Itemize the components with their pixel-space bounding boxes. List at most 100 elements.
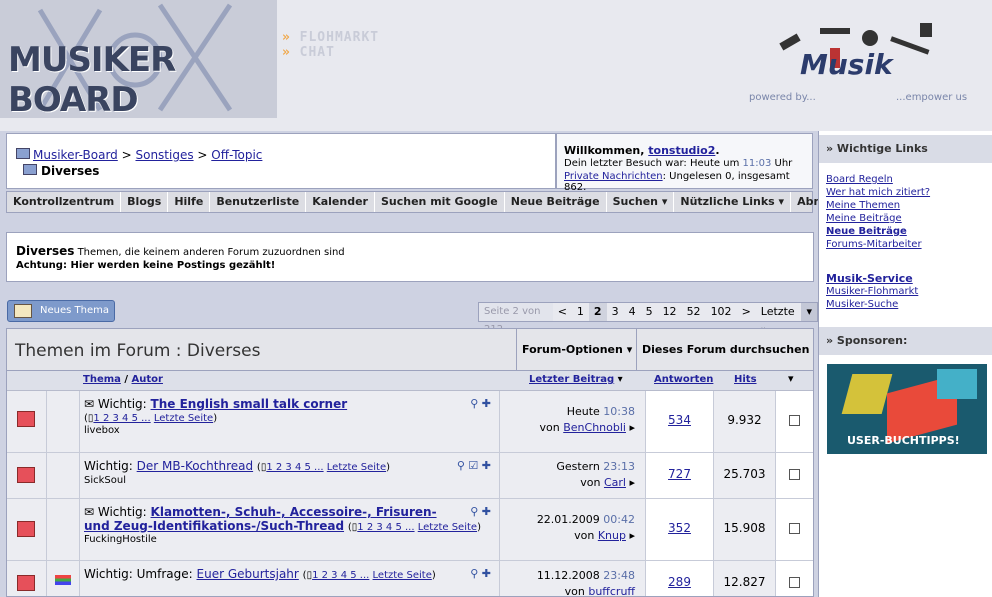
banner-text: USER-BUCHTIPPS! bbox=[847, 434, 960, 447]
thread-status-icon bbox=[17, 521, 35, 537]
thread-author[interactable]: livebox bbox=[84, 425, 495, 436]
nav-hilfe[interactable]: Hilfe bbox=[168, 192, 211, 212]
nav-google-search[interactable]: Suchen mit Google bbox=[375, 192, 505, 212]
goto-last-post-icon[interactable]: ▸ bbox=[629, 476, 635, 489]
nav-benutzerliste[interactable]: Benutzerliste bbox=[210, 192, 307, 212]
breadcrumb-separator: > bbox=[117, 148, 136, 162]
page-3[interactable]: 3 bbox=[607, 303, 624, 321]
attachment-pin-icons: ⚲ ✚ bbox=[470, 397, 491, 410]
thread-answers[interactable]: 289 bbox=[646, 575, 713, 589]
thread-title[interactable]: Klamotten-, Schuh-, Accessoire-, Frisure… bbox=[151, 505, 437, 519]
column-headers: Thema / Autor Letzter Beitrag ▾ Antworte… bbox=[7, 371, 813, 391]
page-1[interactable]: 1 bbox=[572, 303, 589, 321]
last-post-user[interactable]: Knup bbox=[598, 529, 626, 542]
last-post-user[interactable]: buffcruff bbox=[588, 585, 635, 596]
sort-thema[interactable]: Thema bbox=[83, 374, 121, 385]
flohmarkt-link[interactable]: » FLOHMARKT bbox=[282, 30, 379, 45]
breadcrumb-home[interactable]: Musiker-Board bbox=[33, 148, 118, 162]
thread-last-page[interactable]: Letzte Seite bbox=[418, 522, 477, 533]
breadcrumb: Musiker-Board > Sonstiges > Off-Topic Di… bbox=[6, 133, 556, 189]
chat-link[interactable]: » CHAT bbox=[282, 45, 335, 60]
thread-title[interactable]: Euer Geburtsjahr bbox=[197, 567, 299, 581]
thread-last-page[interactable]: Letzte Seite bbox=[327, 462, 386, 473]
username-link[interactable]: tonstudio2 bbox=[648, 144, 715, 157]
powered-by-text: powered by... bbox=[749, 92, 816, 103]
nav-neue-beitraege[interactable]: Neue Beiträge bbox=[505, 192, 607, 212]
thread-title[interactable]: The English small talk corner bbox=[151, 397, 348, 411]
goto-last-post-icon[interactable]: ▸ bbox=[629, 421, 635, 434]
thread-checkbox[interactable] bbox=[789, 469, 800, 480]
sort-last-post[interactable]: Letzter Beitrag bbox=[529, 374, 614, 385]
attachment-pin-icons: ⚲ ✚ bbox=[470, 505, 491, 518]
page-52[interactable]: 52 bbox=[682, 303, 706, 321]
nav-blogs[interactable]: Blogs bbox=[121, 192, 169, 212]
thread-hits: 25.703 bbox=[723, 467, 766, 481]
forum-search-label: Dieses Forum durchsuchen bbox=[642, 343, 810, 356]
thread-pages[interactable]: 1 2 3 4 5 ... bbox=[266, 462, 323, 473]
thread-last-page[interactable]: Letzte Seite bbox=[373, 570, 432, 581]
last-visit-time: 11:03 bbox=[742, 158, 772, 169]
page-last[interactable]: Letzte » bbox=[756, 303, 802, 336]
pager-dropdown-icon[interactable]: ▾ bbox=[801, 303, 817, 321]
sort-hits[interactable]: Hits bbox=[734, 374, 757, 385]
last-post-user[interactable]: BenChnobli bbox=[563, 421, 626, 434]
nav-suchen[interactable]: Suchen ▾ bbox=[607, 192, 675, 212]
link-musik-service[interactable]: Musik-Service bbox=[826, 272, 986, 285]
sort-autor[interactable]: Autor bbox=[132, 374, 163, 385]
new-thread-button[interactable]: Neues Thema bbox=[7, 300, 115, 322]
musik-service-logo[interactable]: Musik bbox=[800, 48, 893, 81]
nav-bar: Kontrollzentrum Blogs Hilfe Benutzerlist… bbox=[6, 191, 859, 213]
thread-author[interactable]: FuckingHostile bbox=[84, 534, 495, 545]
forum-description: Themen, die keinem anderen Forum zuzuord… bbox=[74, 247, 345, 258]
thread-pages[interactable]: 1 2 3 4 5 ... bbox=[357, 522, 414, 533]
link-meine-beitraege[interactable]: Meine Beiträge bbox=[826, 212, 986, 225]
thread-status-icon bbox=[17, 575, 35, 591]
page-102[interactable]: 102 bbox=[706, 303, 737, 321]
link-wer-hat-mich-zitiert[interactable]: Wer hat mich zitiert? bbox=[826, 186, 986, 199]
thread-answers[interactable]: 352 bbox=[646, 521, 713, 535]
forum-search-menu[interactable]: Dieses Forum durchsuchen ▾ bbox=[636, 329, 813, 397]
private-messages-link[interactable]: Private Nachrichten bbox=[564, 171, 663, 182]
thread-checkbox[interactable] bbox=[789, 577, 800, 588]
thread-answers[interactable]: 727 bbox=[646, 467, 713, 481]
breadcrumb-sonstiges[interactable]: Sonstiges bbox=[135, 148, 193, 162]
page-12[interactable]: 12 bbox=[658, 303, 682, 321]
select-all-dropdown-icon[interactable]: ▾ bbox=[788, 372, 794, 385]
nav-nuetzliche-links[interactable]: Nützliche Links ▾ bbox=[674, 192, 792, 212]
thread-answers[interactable]: 534 bbox=[646, 413, 713, 427]
last-post-user[interactable]: Carl bbox=[604, 476, 626, 489]
page-prev[interactable]: < bbox=[553, 303, 572, 321]
link-neue-beitraege[interactable]: Neue Beiträge bbox=[826, 225, 986, 238]
thread-checkbox[interactable] bbox=[789, 415, 800, 426]
thread-author[interactable]: SickSoul bbox=[84, 475, 495, 486]
thread-pages[interactable]: 1 2 3 4 5 ... bbox=[93, 413, 150, 424]
empower-text: ...empower us bbox=[896, 92, 968, 103]
nav-kalender[interactable]: Kalender bbox=[306, 192, 375, 212]
thread-checkbox[interactable] bbox=[789, 523, 800, 534]
forum-name: Diverses bbox=[16, 244, 75, 258]
page-next[interactable]: > bbox=[737, 303, 756, 321]
thread-title-line2[interactable]: und Zeug-Identifikations-/Such-Thread bbox=[84, 519, 344, 533]
thread-pages[interactable]: 1 2 3 4 5 ... bbox=[312, 570, 369, 581]
table-row: Wichtig: Der MB-Kochthread (▯1 2 3 4 5 .… bbox=[7, 453, 813, 499]
page-5[interactable]: 5 bbox=[641, 303, 658, 321]
sort-answers[interactable]: Antworten bbox=[654, 374, 713, 385]
thread-last-page[interactable]: Letzte Seite bbox=[154, 413, 213, 424]
thread-title[interactable]: Der MB-Kochthread bbox=[137, 459, 253, 473]
page-4[interactable]: 4 bbox=[624, 303, 641, 321]
forum-info: Diverses Themen, die keinem anderen Foru… bbox=[6, 232, 814, 282]
link-musiker-flohmarkt[interactable]: Musiker-Flohmarkt bbox=[826, 285, 986, 298]
thread-prefix: Wichtig: bbox=[84, 459, 137, 473]
user-buchtipps-banner[interactable]: USER-BUCHTIPPS! bbox=[827, 364, 987, 454]
breadcrumb-off-topic[interactable]: Off-Topic bbox=[211, 148, 262, 162]
link-meine-themen[interactable]: Meine Themen bbox=[826, 199, 986, 212]
thread-hits: 9.932 bbox=[727, 413, 762, 427]
last-post-date: 11.12.2008 bbox=[536, 569, 600, 582]
forum-options-menu[interactable]: Forum-Optionen ▾ bbox=[516, 329, 636, 370]
link-forums-mitarbeiter[interactable]: Forums-Mitarbeiter bbox=[826, 238, 986, 251]
nav-kontrollzentrum[interactable]: Kontrollzentrum bbox=[7, 192, 122, 212]
goto-last-post-icon[interactable]: ▸ bbox=[629, 529, 635, 542]
musiker-board-logo[interactable]: MUSIKER BOARD bbox=[0, 0, 277, 120]
link-musiker-suche[interactable]: Musiker-Suche bbox=[826, 298, 986, 311]
link-board-regeln[interactable]: Board Regeln bbox=[826, 173, 986, 186]
